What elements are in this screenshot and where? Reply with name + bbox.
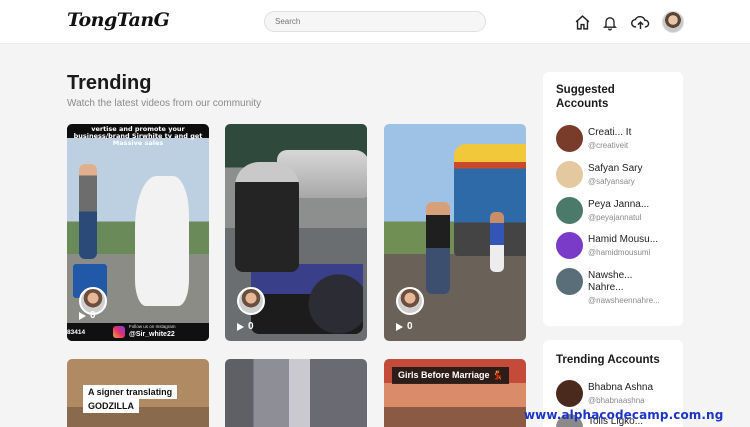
play-count: 0 (237, 321, 254, 332)
account-name: Nahre... (588, 282, 624, 293)
video-card[interactable]: Girls Before Marriage 💃 (384, 359, 526, 427)
account-name: Bhabna Ashna (588, 382, 654, 393)
video-footer: 83414 Follow us on Instagram @Sir_white2… (67, 323, 209, 341)
instagram-icon (113, 326, 125, 338)
account-avatar (556, 268, 583, 295)
play-count-value: 0 (90, 310, 96, 321)
play-count: 0 (396, 321, 413, 332)
footer-handle: @Sir_white22 (129, 331, 175, 338)
play-count-value: 0 (407, 321, 413, 332)
video-thumbnail (225, 359, 367, 427)
video-card[interactable]: A signer translating GODZILLA (67, 359, 209, 427)
upload-cloud-icon[interactable] (630, 12, 650, 32)
play-count-value: 0 (248, 321, 254, 332)
footer-number: 83414 (67, 329, 86, 336)
suggested-title: Suggested Accounts (556, 84, 615, 110)
account-name: Safyan Sary (588, 163, 643, 174)
search-input[interactable] (264, 11, 486, 32)
home-icon[interactable] (572, 12, 592, 32)
play-icon (237, 322, 244, 331)
photographer-image (426, 202, 450, 294)
watermark: www.alphacodecamp.com.ng (524, 408, 724, 422)
video-caption: Girls Before Marriage 💃 (392, 367, 510, 384)
account-handle: @bhabnaashna (588, 396, 645, 405)
video-card[interactable]: 0 (225, 124, 367, 341)
account-name: Hamid Mousu... (588, 234, 659, 245)
page-title: Trending (67, 72, 152, 94)
video-caption: GODZILLA (83, 399, 139, 413)
footer-follow-text: Follow us on Instagram (129, 324, 176, 329)
play-count: 0 (79, 310, 96, 321)
top-header: TongTanG (0, 0, 750, 44)
suggested-accounts-panel: Suggested Accounts Creati... It @creativ… (543, 72, 683, 326)
account-handle: @safyansary (588, 177, 635, 186)
horse-image (135, 176, 189, 306)
account-handle: @creativeit (588, 141, 629, 150)
video-caption: A signer translating (83, 385, 178, 399)
account-name: Nawshe... (588, 270, 633, 281)
video-card[interactable] (225, 359, 367, 427)
page-subtitle: Watch the latest videos from our communi… (67, 98, 262, 109)
account-handle: @peyajannatul (588, 213, 642, 222)
rider-image (235, 162, 299, 272)
person-image (79, 164, 97, 259)
account-name: Creati... It (588, 127, 632, 138)
video-banner: vertise and promote your business/brand … (73, 125, 203, 147)
play-icon (396, 322, 403, 331)
account-handle: @nawsheennahre... (588, 296, 660, 305)
bell-icon[interactable] (600, 12, 620, 32)
creator-avatar[interactable] (237, 287, 265, 315)
account-avatar (556, 380, 583, 407)
model-image (490, 212, 504, 272)
play-icon (79, 311, 86, 320)
video-card[interactable]: vertise and promote your business/brand … (67, 124, 209, 341)
account-handle: @hamidmousumi (588, 248, 651, 257)
account-name: Peya Janna... (588, 199, 650, 210)
video-card[interactable]: 0 (384, 124, 526, 341)
account-avatar (556, 125, 583, 152)
account-avatar (556, 197, 583, 224)
account-avatar (556, 232, 583, 259)
trending-accounts-title: Trending Accounts (556, 354, 660, 366)
logo[interactable]: TongTanG (67, 9, 170, 31)
account-avatar (556, 161, 583, 188)
creator-avatar[interactable] (396, 287, 424, 315)
user-avatar[interactable] (662, 11, 684, 33)
